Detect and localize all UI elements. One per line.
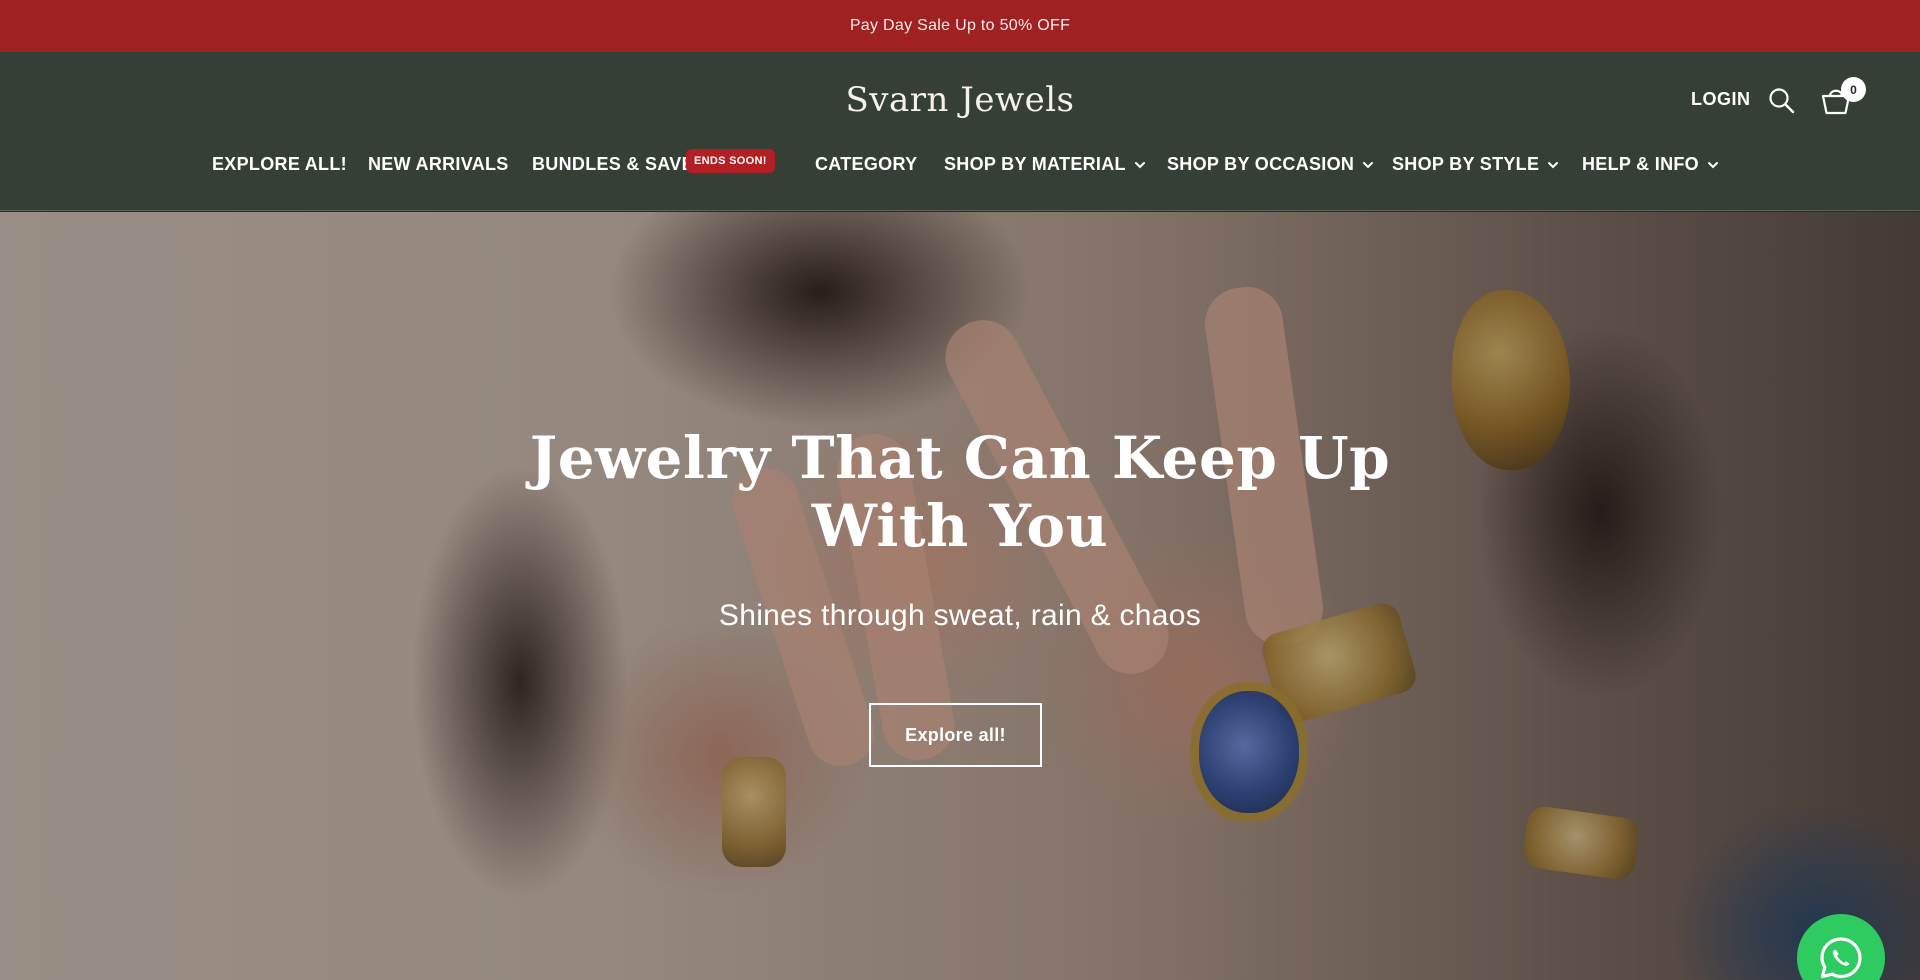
nav-new-arrivals-label: NEW ARRIVALS <box>368 154 509 174</box>
explore-all-button[interactable]: Explore all! <box>869 703 1042 767</box>
search-icon <box>1769 88 1795 114</box>
nav-shop-by-style[interactable]: SHOP BY STYLE <box>1392 154 1559 175</box>
ends-soon-badge: ENDS SOON! <box>686 149 775 173</box>
chevron-down-icon <box>1363 161 1374 168</box>
hero-banner: Jewelry That Can Keep Up With You Shines… <box>0 212 1920 980</box>
nav-bundles-save[interactable]: BUNDLES & SAVE <box>532 154 694 175</box>
nav-explore-all[interactable]: EXPLORE ALL! <box>212 154 347 175</box>
nav-help-info[interactable]: HELP & INFO <box>1582 154 1719 175</box>
nav-shop-by-occasion[interactable]: SHOP BY OCCASION <box>1167 154 1374 175</box>
nav-shop-by-occasion-label: SHOP BY OCCASION <box>1167 154 1355 174</box>
nav-category[interactable]: CATEGORY <box>815 154 917 175</box>
nav-help-info-label: HELP & INFO <box>1582 154 1699 174</box>
nav-bundles-save-label: BUNDLES & SAVE <box>532 154 694 174</box>
announcement-text: Pay Day Sale Up to 50% OFF <box>849 17 1071 34</box>
brand-logo[interactable]: Svarn Jewels <box>0 80 1920 120</box>
nav-shop-by-material-label: SHOP BY MATERIAL <box>944 154 1126 174</box>
nav-category-label: CATEGORY <box>815 154 918 174</box>
chevron-down-icon <box>1134 161 1145 168</box>
nav-shop-by-material[interactable]: SHOP BY MATERIAL <box>944 154 1146 175</box>
hero-subtitle: Shines through sweat, rain & chaos <box>718 599 1202 632</box>
search-button[interactable] <box>1767 86 1797 116</box>
main-navigation: EXPLORE ALL! NEW ARRIVALS BUNDLES & SAVE… <box>0 149 1920 188</box>
whatsapp-icon <box>1820 937 1862 979</box>
announcement-bar: Pay Day Sale Up to 50% OFF <box>0 0 1920 52</box>
chevron-down-icon <box>1548 161 1559 168</box>
cart-count-badge: 0 <box>1841 77 1866 102</box>
hero-overlay <box>0 212 1920 980</box>
hero-title: Jewelry That Can Keep Up With You <box>529 424 1391 560</box>
login-link[interactable]: LOGIN <box>1691 89 1751 110</box>
nav-new-arrivals[interactable]: NEW ARRIVALS <box>368 154 509 175</box>
nav-shop-by-style-label: SHOP BY STYLE <box>1392 154 1540 174</box>
nav-explore-all-label: EXPLORE ALL! <box>212 154 347 174</box>
site-header: Svarn Jewels LOGIN 0 EXPLORE ALL! NEW AR… <box>0 52 1920 211</box>
chevron-down-icon <box>1707 161 1718 168</box>
